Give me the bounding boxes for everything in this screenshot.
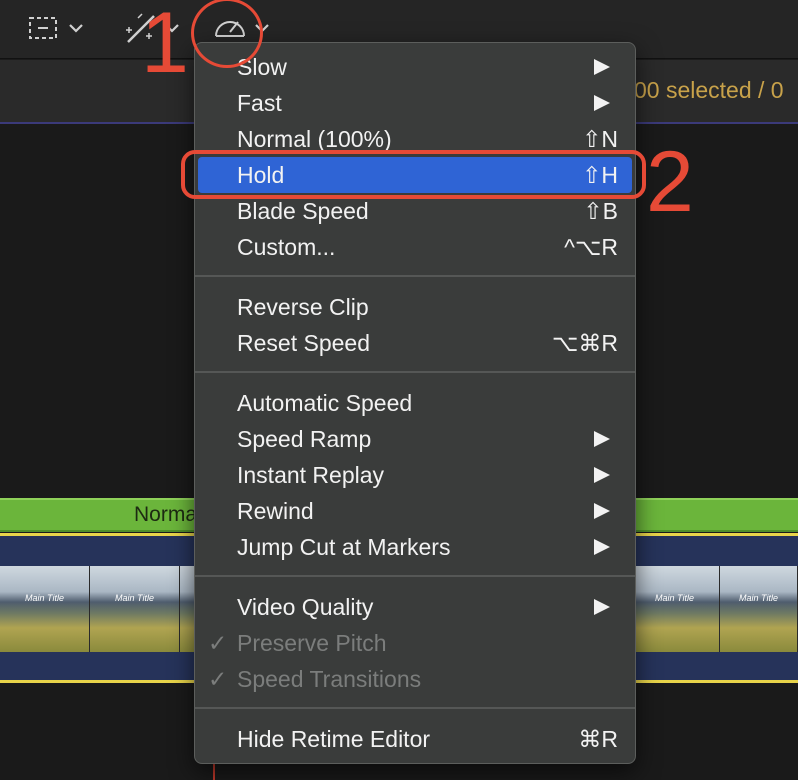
menu-separator xyxy=(195,371,635,373)
menu-item-speed-ramp[interactable]: Speed Ramp xyxy=(198,421,632,457)
submenu-arrow-icon xyxy=(594,431,610,447)
menu-item-label: Hide Retime Editor xyxy=(237,726,431,752)
menu-item-label: Blade Speed xyxy=(237,198,369,224)
menu-item-jump-cut-at-markers[interactable]: Jump Cut at Markers xyxy=(198,529,632,565)
menu-item-label: Speed Transitions xyxy=(237,666,422,692)
select-tool-icon xyxy=(29,17,83,39)
menu-item-shortcut: ^⌥R xyxy=(564,234,618,260)
menu-item-label: Speed Ramp xyxy=(237,426,372,452)
menu-item-reverse-clip[interactable]: Reverse Clip xyxy=(198,289,632,325)
thumbnail-title: Main Title xyxy=(739,593,778,603)
menu-item-speed-transitions: ✓ Speed Transitions xyxy=(198,661,632,697)
submenu-arrow-icon xyxy=(594,503,610,519)
menu-separator xyxy=(195,275,635,277)
selection-status-text: 00 selected / 0 xyxy=(634,77,784,103)
clip-thumbnail: Main Title xyxy=(0,566,90,652)
thumbnail-title: Main Title xyxy=(25,593,64,603)
menu-item-label: Custom... xyxy=(237,234,336,260)
annotation-step-2: 2 xyxy=(646,134,694,230)
menu-item-label: Rewind xyxy=(237,498,314,524)
menu-separator xyxy=(195,707,635,709)
annotation-step-1: 1 xyxy=(141,0,189,91)
menu-item-instant-replay[interactable]: Instant Replay xyxy=(198,457,632,493)
menu-item-label: Normal (100%) xyxy=(237,126,392,152)
clip-thumbnail: Main Title xyxy=(720,566,798,652)
selection-status: 00 selected / 0 xyxy=(634,77,784,104)
menu-separator xyxy=(195,575,635,577)
submenu-arrow-icon xyxy=(594,59,610,75)
annotation-circle xyxy=(191,0,263,68)
menu-item-preserve-pitch: ✓ Preserve Pitch xyxy=(198,625,632,661)
menu-item-label: Preserve Pitch xyxy=(237,630,387,656)
menu-item-shortcut: ⇧B xyxy=(583,198,618,224)
menu-item-label: Fast xyxy=(237,90,282,116)
submenu-arrow-icon xyxy=(594,599,610,615)
menu-item-reset-speed[interactable]: Reset Speed ⌥⌘R xyxy=(198,325,632,361)
retime-label: Normal xyxy=(134,503,202,526)
submenu-arrow-icon xyxy=(594,467,610,483)
chevron-down-icon xyxy=(69,24,83,33)
submenu-arrow-icon xyxy=(594,95,610,111)
menu-item-automatic-speed[interactable]: Automatic Speed xyxy=(198,385,632,421)
clip-thumbnail: Main Title xyxy=(90,566,180,652)
menu-item-label: Reverse Clip xyxy=(237,294,369,320)
menu-item-slow[interactable]: Slow xyxy=(198,49,632,85)
annotation-highlight-box xyxy=(181,150,646,199)
clip-thumbnail: Main Title xyxy=(630,566,720,652)
thumbnail-title: Main Title xyxy=(655,593,694,603)
menu-item-label: Video Quality xyxy=(237,594,374,620)
menu-item-rewind[interactable]: Rewind xyxy=(198,493,632,529)
menu-item-video-quality[interactable]: Video Quality xyxy=(198,589,632,625)
submenu-arrow-icon xyxy=(594,539,610,555)
checkmark-icon: ✓ xyxy=(208,666,228,692)
menu-item-label: Instant Replay xyxy=(237,462,385,488)
checkmark-icon: ✓ xyxy=(208,630,228,656)
menu-item-hide-retime-editor[interactable]: Hide Retime Editor ⌘R xyxy=(198,721,632,757)
menu-item-label: Jump Cut at Markers xyxy=(237,534,451,560)
thumbnail-title: Main Title xyxy=(115,593,154,603)
menu-item-shortcut: ⇧N xyxy=(582,126,618,152)
menu-item-label: Reset Speed xyxy=(237,330,370,356)
menu-item-custom[interactable]: Custom... ^⌥R xyxy=(198,229,632,265)
select-tool-button[interactable] xyxy=(26,8,90,48)
menu-item-fast[interactable]: Fast xyxy=(198,85,632,121)
menu-item-shortcut: ⌥⌘R xyxy=(551,330,618,356)
menu-item-shortcut: ⌘R xyxy=(578,726,618,752)
menu-item-label: Automatic Speed xyxy=(237,390,413,416)
